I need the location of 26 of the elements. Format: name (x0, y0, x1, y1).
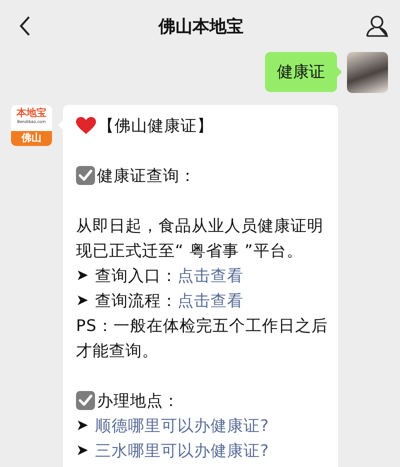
profile-button[interactable] (364, 13, 390, 39)
section-heading: 健康证查询： (97, 165, 196, 187)
heart-icon (76, 116, 96, 134)
photo-placeholder (347, 52, 388, 93)
message-paragraph: PS：一般在体检完五个工作日之后才能查询。 (76, 315, 328, 362)
sent-message: 健康证 (265, 52, 337, 92)
checkbox-icon (76, 166, 95, 185)
arrow-bullet: ➤ (76, 290, 90, 311)
person-icon (366, 15, 388, 37)
article-link[interactable]: 顺德哪里可以办健康证? (95, 413, 270, 438)
item-label: 查询流程： (95, 290, 178, 312)
item-label: 查询入口： (95, 265, 178, 287)
checkbox-icon (76, 391, 95, 410)
view-link[interactable]: 点击查看 (178, 263, 244, 288)
view-link[interactable]: 点击查看 (178, 288, 244, 313)
section-heading: 办理地点： (97, 390, 180, 412)
chat-title: 佛山本地宝 (158, 16, 244, 38)
logo-city: 佛山 (11, 131, 52, 146)
back-icon (19, 16, 31, 36)
message-paragraph: 从即日起，食品从业人员健康证明现已正式迁至“ 粤省事 ”平台。 (76, 215, 324, 262)
logo-text: 本地宝 (16, 108, 46, 119)
arrow-bullet: ➤ (76, 415, 90, 436)
article-link[interactable]: 三水哪里可以办健康证? (95, 438, 270, 463)
arrow-bullet: ➤ (76, 440, 90, 461)
arrow-bullet: ➤ (76, 265, 90, 286)
message-heading: 【佛山健康证】 (98, 115, 214, 137)
